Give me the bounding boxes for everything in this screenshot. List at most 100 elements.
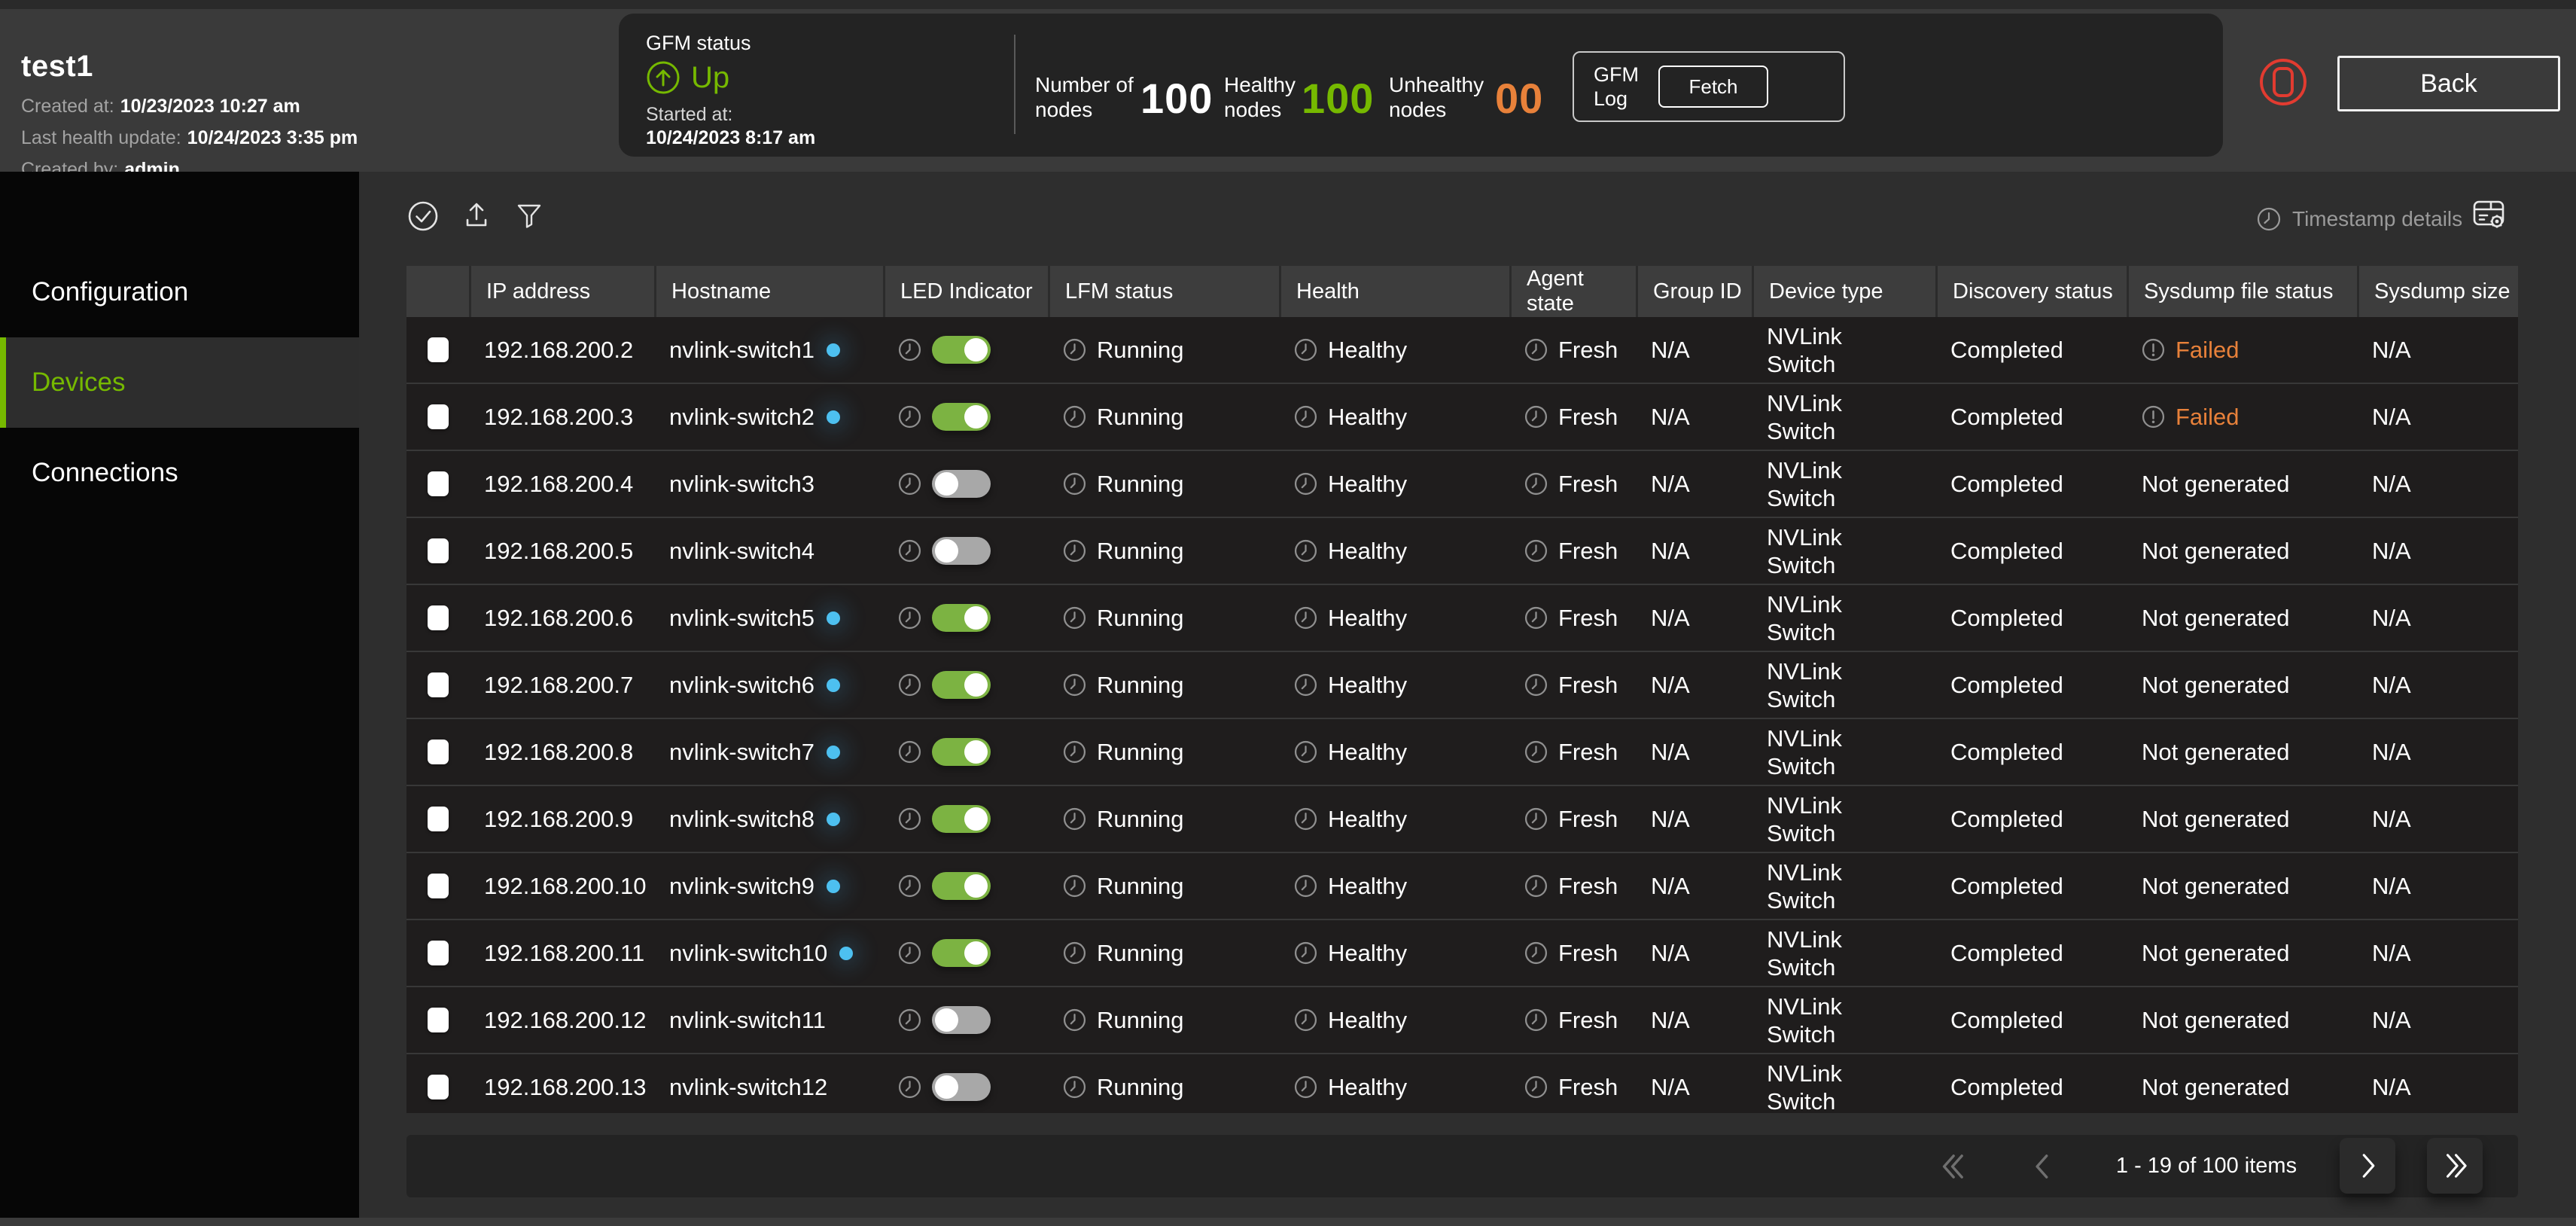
- top-header-bar: test1 Created at:10/23/2023 10:27 am Las…: [0, 0, 2576, 172]
- timestamp-clock-icon: [898, 606, 921, 630]
- row-checkbox[interactable]: [428, 337, 449, 362]
- lfm-status-cell: Running: [1048, 719, 1279, 785]
- ip-address-cell: 192.168.200.4: [469, 451, 654, 517]
- sidebar-item-configuration[interactable]: Configuration: [0, 247, 359, 337]
- last-health-update-value: 10/24/2023 3:35 pm: [187, 127, 358, 148]
- toggle-knob: [964, 740, 988, 764]
- row-checkbox[interactable]: [428, 941, 449, 965]
- table-row: 192.168.200.11nvlink-switch10RunningHeal…: [406, 920, 2518, 987]
- timestamp-clock-icon: [1294, 405, 1317, 428]
- timestamp-clock-icon: [1294, 740, 1317, 764]
- group-id-cell: N/A: [1636, 786, 1752, 852]
- timestamp-details-control[interactable]: Timestamp details: [2256, 206, 2462, 232]
- ip-address-cell: 192.168.200.11: [469, 920, 654, 986]
- timestamp-clock-icon: [898, 740, 921, 764]
- record-status-icon[interactable]: [2260, 59, 2307, 105]
- discovery-status-cell: Completed: [1935, 786, 2127, 852]
- back-button[interactable]: Back: [2337, 56, 2560, 111]
- hostname-indicator-dot: [827, 813, 840, 826]
- ip-address-cell: 192.168.200.12: [469, 987, 654, 1053]
- timestamp-clock-icon: [1294, 338, 1317, 361]
- row-checkbox[interactable]: [428, 538, 449, 563]
- column-header-agent-state: Agent state: [1509, 266, 1636, 317]
- sidebar-item-devices[interactable]: Devices: [0, 337, 359, 428]
- sidebar-item-connections[interactable]: Connections: [0, 428, 359, 518]
- timestamp-clock-icon: [1294, 673, 1317, 697]
- led-indicator-cell: [883, 384, 1048, 450]
- agent-state-cell: Fresh: [1509, 451, 1636, 517]
- row-checkbox-cell: [406, 451, 469, 517]
- agent-state-cell: Fresh: [1509, 317, 1636, 383]
- device-type-cell: NVLink Switch: [1752, 384, 1935, 450]
- timestamp-clock-icon: [1063, 807, 1086, 831]
- led-indicator-toggle[interactable]: [932, 939, 991, 967]
- timestamp-clock-icon: [1063, 1008, 1086, 1032]
- led-indicator-toggle[interactable]: [932, 470, 991, 498]
- row-checkbox[interactable]: [428, 1008, 449, 1032]
- window-bottom-edge: [0, 1218, 2576, 1226]
- row-checkbox[interactable]: [428, 740, 449, 764]
- device-type-cell: NVLink Switch: [1752, 451, 1935, 517]
- row-checkbox[interactable]: [428, 1075, 449, 1099]
- next-page-button[interactable]: [2340, 1138, 2395, 1194]
- sysdump-file-status-cell: Not generated: [2127, 652, 2357, 718]
- timestamp-clock-icon: [2256, 206, 2282, 232]
- column-header-sysdump-size: Sysdump size: [2357, 266, 2518, 317]
- led-indicator-toggle[interactable]: [932, 1073, 991, 1101]
- agent-state-cell: Fresh: [1509, 384, 1636, 450]
- ip-address-cell: 192.168.200.13: [469, 1054, 654, 1113]
- panel-divider: [1014, 35, 1015, 134]
- row-checkbox[interactable]: [428, 471, 449, 496]
- sysdump-file-status-cell: Not generated: [2127, 786, 2357, 852]
- timestamp-clock-icon: [1294, 941, 1317, 965]
- led-indicator-toggle[interactable]: [932, 805, 991, 833]
- group-id-cell: N/A: [1636, 451, 1752, 517]
- discovery-status-cell: Completed: [1935, 585, 2127, 651]
- table-row: 192.168.200.8nvlink-switch7RunningHealth…: [406, 719, 2518, 786]
- sysdump-size-cell: N/A: [2357, 585, 2518, 651]
- fetch-button[interactable]: Fetch: [1658, 66, 1768, 108]
- led-indicator-toggle[interactable]: [932, 336, 991, 364]
- lfm-status-cell: Running: [1048, 853, 1279, 919]
- row-checkbox-cell: [406, 853, 469, 919]
- led-indicator-toggle[interactable]: [932, 604, 991, 632]
- toggle-knob: [964, 807, 988, 831]
- led-indicator-toggle[interactable]: [932, 537, 991, 565]
- previous-page-button[interactable]: [2026, 1150, 2060, 1183]
- row-checkbox[interactable]: [428, 605, 449, 630]
- table-settings-icon[interactable]: [2471, 196, 2507, 232]
- led-indicator-toggle[interactable]: [932, 403, 991, 431]
- row-checkbox[interactable]: [428, 672, 449, 697]
- device-type-cell: NVLink Switch: [1752, 920, 1935, 986]
- led-indicator-toggle[interactable]: [932, 671, 991, 699]
- timestamp-clock-icon: [898, 539, 921, 563]
- timestamp-clock-icon: [898, 338, 921, 361]
- last-page-button[interactable]: [2427, 1138, 2483, 1194]
- row-checkbox[interactable]: [428, 404, 449, 429]
- timestamp-clock-icon: [1524, 1008, 1548, 1032]
- timestamp-clock-icon: [898, 1075, 921, 1099]
- first-page-button[interactable]: [1935, 1150, 1968, 1183]
- row-checkbox-cell: [406, 652, 469, 718]
- led-indicator-toggle[interactable]: [932, 738, 991, 766]
- led-indicator-toggle[interactable]: [932, 872, 991, 900]
- ip-address-cell: 192.168.200.5: [469, 518, 654, 584]
- table-row: 192.168.200.3nvlink-switch2RunningHealth…: [406, 384, 2518, 451]
- unhealthy-nodes-label: Unhealthynodes: [1389, 72, 1484, 122]
- row-checkbox[interactable]: [428, 807, 449, 831]
- timestamp-clock-icon: [1063, 405, 1086, 428]
- hostname-cell: nvlink-switch5: [654, 585, 883, 651]
- ip-address-cell: 192.168.200.3: [469, 384, 654, 450]
- timestamp-clock-icon: [1063, 673, 1086, 697]
- led-indicator-toggle[interactable]: [932, 1006, 991, 1034]
- health-cell: Healthy: [1279, 585, 1509, 651]
- row-checkbox-cell: [406, 317, 469, 383]
- filter-icon[interactable]: [513, 200, 545, 232]
- gfm-started-label: Started at:: [646, 104, 732, 126]
- sysdump-file-status-cell: Not generated: [2127, 853, 2357, 919]
- hostname-indicator-dot: [827, 611, 840, 625]
- created-at-label: Created at:: [21, 96, 114, 117]
- row-checkbox[interactable]: [428, 874, 449, 898]
- upload-icon[interactable]: [461, 199, 492, 230]
- select-all-icon[interactable]: [407, 200, 439, 232]
